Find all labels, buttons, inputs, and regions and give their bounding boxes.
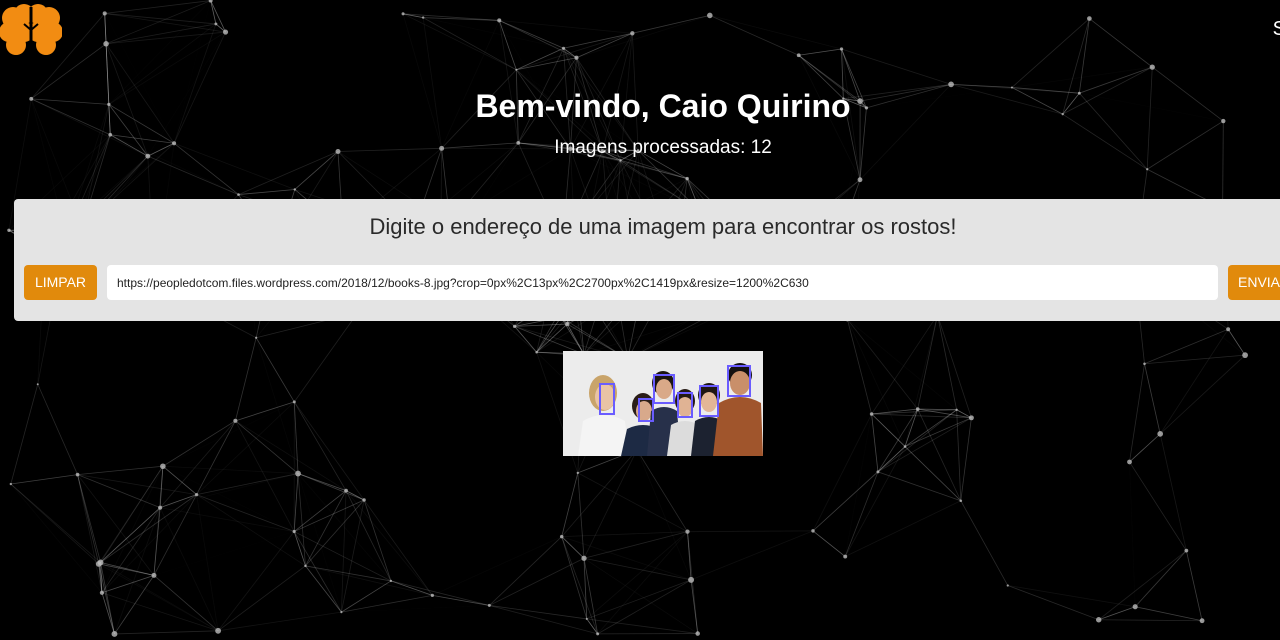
face-box	[638, 398, 654, 422]
page: S Bem-vindo, Caio Quirino Imagens proces…	[0, 0, 1280, 640]
welcome-title: Bem-vindo, Caio Quirino	[475, 88, 851, 124]
clear-button[interactable]: LIMPAR	[24, 265, 97, 300]
form-prompt: Digite o endereço de uma imagem para enc…	[369, 214, 957, 239]
face-box	[599, 383, 615, 415]
send-button[interactable]: ENVIAR	[1228, 265, 1280, 300]
brain-logo-icon[interactable]	[0, 2, 63, 58]
face-box	[699, 385, 719, 417]
image-url-form: Digite o endereço de uma imagem para enc…	[14, 199, 1280, 321]
images-processed-count: Imagens processadas: 12	[554, 137, 772, 158]
image-url-input[interactable]	[107, 265, 1218, 300]
face-box	[677, 392, 693, 418]
face-detection-result-image	[563, 351, 763, 456]
face-box	[727, 365, 751, 397]
nav-link-signout[interactable]: S	[1273, 18, 1280, 41]
face-box	[653, 374, 675, 404]
